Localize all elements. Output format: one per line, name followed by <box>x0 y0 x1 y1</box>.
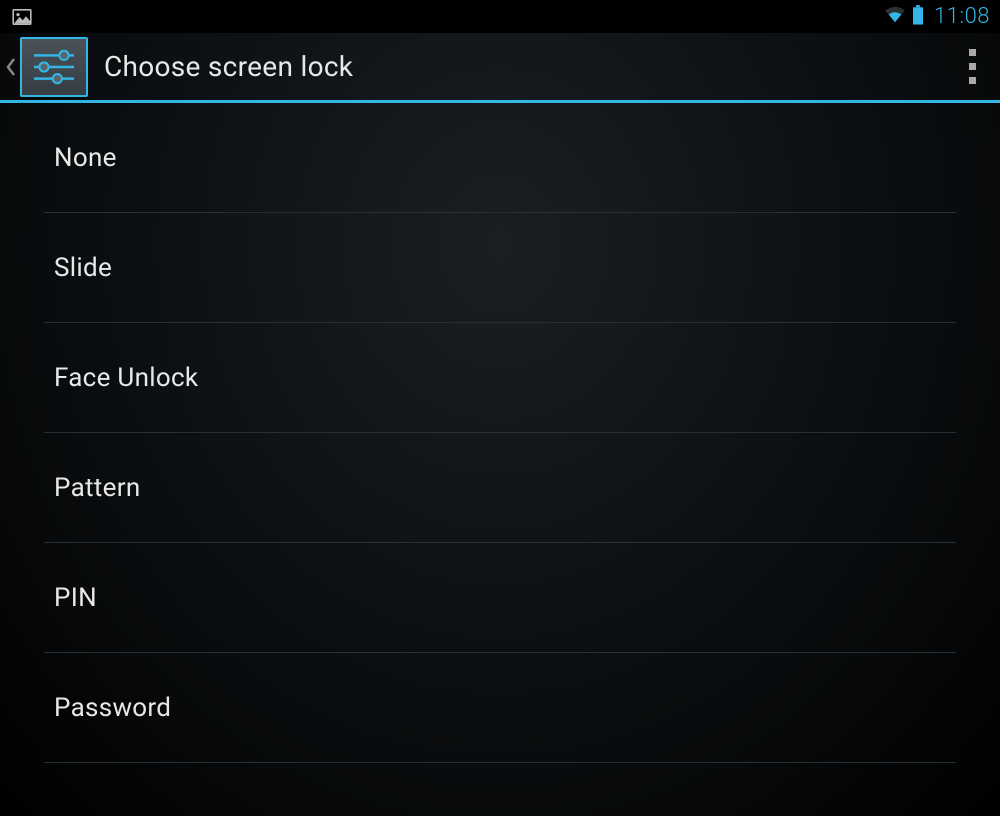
overflow-dot-icon <box>969 63 976 70</box>
option-pin[interactable]: PIN <box>44 543 956 653</box>
battery-icon <box>912 5 924 29</box>
status-left <box>10 7 34 27</box>
overflow-dot-icon <box>969 77 976 84</box>
option-label: Face Unlock <box>54 363 198 393</box>
action-bar: Choose screen lock <box>0 33 1000 103</box>
back-button[interactable] <box>0 33 104 100</box>
option-label: Pattern <box>54 473 140 503</box>
option-label: Password <box>54 693 171 723</box>
option-slide[interactable]: Slide <box>44 213 956 323</box>
option-none[interactable]: None <box>44 103 956 213</box>
status-bar: 11:08 <box>0 0 1000 33</box>
back-caret-icon <box>4 56 18 78</box>
overflow-menu-button[interactable] <box>952 42 992 92</box>
wifi-icon <box>884 6 906 28</box>
status-time: 11:08 <box>934 4 990 29</box>
overflow-dot-icon <box>969 49 976 56</box>
picture-notification-icon <box>10 7 34 27</box>
option-label: Slide <box>54 253 112 283</box>
option-pattern[interactable]: Pattern <box>44 433 956 543</box>
option-label: PIN <box>54 583 97 613</box>
option-password[interactable]: Password <box>44 653 956 763</box>
page-title: Choose screen lock <box>104 50 952 83</box>
option-face-unlock[interactable]: Face Unlock <box>44 323 956 433</box>
option-label: None <box>54 143 117 173</box>
screen-lock-options-list: None Slide Face Unlock Pattern PIN Passw… <box>0 103 1000 763</box>
status-right: 11:08 <box>884 4 990 29</box>
settings-icon <box>20 37 88 97</box>
